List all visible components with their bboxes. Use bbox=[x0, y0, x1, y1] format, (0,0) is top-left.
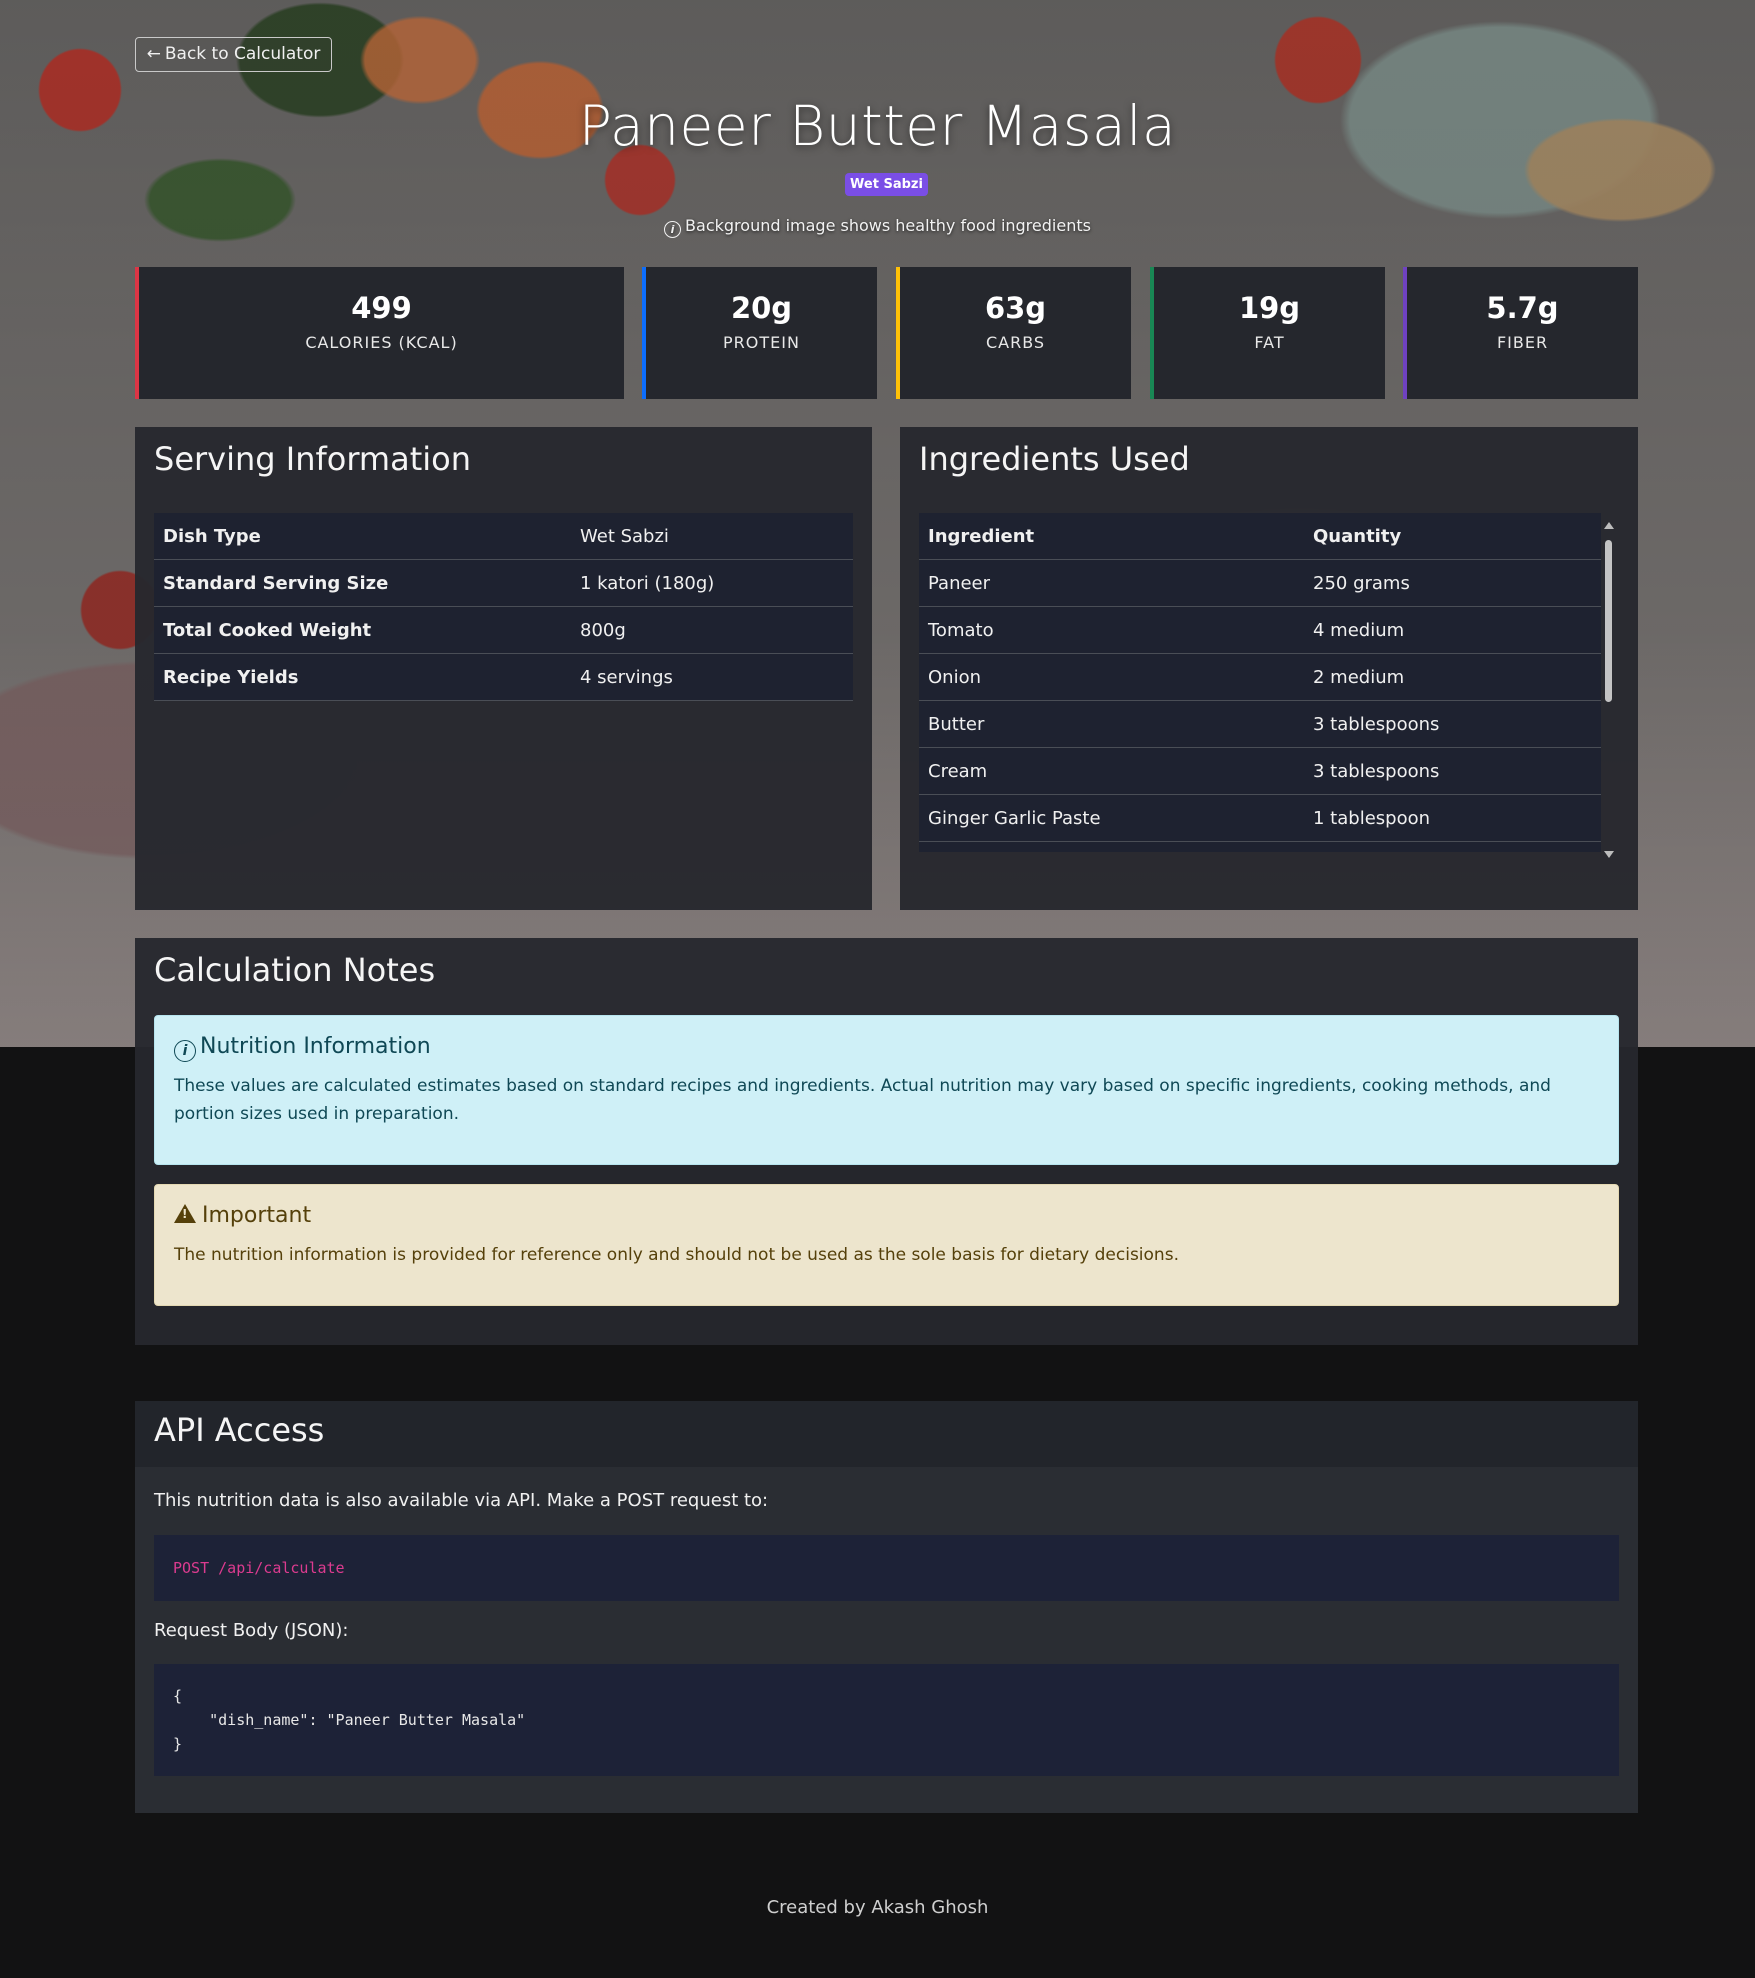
background-note-text: Background image shows healthy food ingr… bbox=[685, 216, 1091, 235]
ingredient-qty: 3 tablespoons bbox=[1304, 700, 1601, 748]
arrow-left-icon: ← bbox=[146, 44, 161, 64]
table-row: Standard Serving Size 1 katori (180g) bbox=[154, 559, 853, 607]
ingredient-qty: 4 medium bbox=[1304, 606, 1601, 654]
request-body-code: { "dish_name": "Paneer Butter Masala" } bbox=[154, 1664, 1619, 1776]
serving-value: Wet Sabzi bbox=[571, 513, 853, 560]
serving-table: Dish Type Wet Sabzi Standard Serving Siz… bbox=[154, 513, 853, 701]
column-header-quantity: Quantity bbox=[1304, 513, 1601, 560]
stat-label: FAT bbox=[1254, 333, 1285, 352]
ingredient-qty: 3 tablespoons bbox=[1304, 747, 1601, 795]
stat-value: 19g bbox=[1238, 291, 1301, 325]
serving-key: Total Cooked Weight bbox=[154, 606, 571, 654]
table-row: Butter 3 tablespoons bbox=[919, 700, 1601, 748]
serving-value: 4 servings bbox=[571, 653, 853, 701]
ingredients-scroll-area[interactable]: Ingredient Quantity Paneer 250 grams Tom… bbox=[919, 513, 1615, 852]
nutrition-info-heading: i Nutrition Information bbox=[174, 1034, 431, 1062]
scroll-up-arrow-icon[interactable] bbox=[1604, 522, 1614, 529]
scroll-down-arrow-icon[interactable] bbox=[1604, 851, 1614, 858]
column-header-ingredient: Ingredient bbox=[919, 513, 1304, 560]
serving-key: Recipe Yields bbox=[154, 653, 571, 701]
stat-label: CALORIES (KCAL) bbox=[305, 333, 458, 352]
stat-value: 63g bbox=[984, 291, 1047, 325]
stat-card-fat: 19g FAT bbox=[1150, 267, 1385, 399]
table-row: Onion 2 medium bbox=[919, 653, 1601, 701]
ingredients-table: Ingredient Quantity Paneer 250 grams Tom… bbox=[919, 513, 1601, 852]
info-circle-icon: i bbox=[174, 1040, 196, 1062]
nutrition-info-alert: i Nutrition Information These values are … bbox=[154, 1015, 1619, 1165]
api-access-header: API Access bbox=[135, 1401, 1638, 1467]
table-row: Dish Type Wet Sabzi bbox=[154, 513, 853, 560]
table-row: Tomato 4 medium bbox=[919, 606, 1601, 654]
info-circle-icon: i bbox=[664, 221, 682, 238]
important-heading: Important bbox=[174, 1203, 311, 1228]
stat-label: PROTEIN bbox=[723, 333, 800, 352]
background-note: i Background image shows healthy food ing… bbox=[0, 216, 1755, 238]
serving-key: Standard Serving Size bbox=[154, 559, 571, 607]
api-access-title: API Access bbox=[154, 1411, 325, 1449]
ingredient-name: Ginger Garlic Paste bbox=[919, 794, 1304, 842]
serving-value: 1 katori (180g) bbox=[571, 559, 853, 607]
stat-value: 5.7g bbox=[1486, 291, 1559, 325]
api-intro-text: This nutrition data is also available vi… bbox=[154, 1490, 769, 1511]
ingredients-title: Ingredients Used bbox=[919, 440, 1190, 478]
calculation-notes-title: Calculation Notes bbox=[154, 951, 436, 989]
api-access-panel: API Access This nutrition data is also a… bbox=[135, 1401, 1638, 1813]
page-title: Paneer Butter Masala bbox=[578, 94, 1177, 158]
ingredient-name: Onion bbox=[919, 653, 1304, 701]
ingredient-qty: 2 medium bbox=[1304, 653, 1601, 701]
important-alert: Important The nutrition information is p… bbox=[154, 1184, 1619, 1306]
table-row-partial bbox=[919, 841, 1601, 852]
ingredient-qty: 250 grams bbox=[1304, 559, 1601, 607]
request-body-label: Request Body (JSON): bbox=[154, 1620, 349, 1641]
table-row: Recipe Yields 4 servings bbox=[154, 653, 853, 701]
nutrition-info-text: These values are calculated estimates ba… bbox=[174, 1076, 1551, 1124]
serving-information-panel: Serving Information Dish Type Wet Sabzi … bbox=[135, 427, 872, 910]
ingredient-qty: 1 tablespoon bbox=[1304, 794, 1601, 842]
api-endpoint-code: POST /api/calculate bbox=[154, 1535, 1619, 1601]
stat-card-fiber: 5.7g FIBER bbox=[1403, 267, 1638, 399]
ingredients-scrollbar[interactable] bbox=[1601, 520, 1615, 860]
stat-card-carbs: 63g CARBS bbox=[896, 267, 1131, 399]
table-header-row: Ingredient Quantity bbox=[919, 513, 1601, 560]
stat-value: 20g bbox=[730, 291, 793, 325]
dish-type-badge: Wet Sabzi bbox=[845, 173, 928, 196]
stat-value: 499 bbox=[351, 291, 412, 325]
scrollbar-thumb[interactable] bbox=[1605, 540, 1612, 702]
back-button-label: Back to Calculator bbox=[164, 44, 321, 64]
ingredient-name: Tomato bbox=[919, 606, 1304, 654]
table-row: Cream 3 tablespoons bbox=[919, 747, 1601, 795]
warning-triangle-icon bbox=[174, 1204, 196, 1223]
ingredients-panel: Ingredients Used Ingredient Quantity Pan… bbox=[900, 427, 1638, 910]
table-row: Total Cooked Weight 800g bbox=[154, 606, 853, 654]
nutrition-info-title: Nutrition Information bbox=[200, 1034, 431, 1059]
table-row: Paneer 250 grams bbox=[919, 559, 1601, 607]
serving-value: 800g bbox=[571, 606, 853, 654]
important-text: The nutrition information is provided fo… bbox=[174, 1245, 1179, 1265]
important-title: Important bbox=[202, 1203, 312, 1228]
ingredient-name: Butter bbox=[919, 700, 1304, 748]
stat-card-protein: 20g PROTEIN bbox=[642, 267, 877, 399]
table-row: Ginger Garlic Paste 1 tablespoon bbox=[919, 794, 1601, 842]
serving-key: Dish Type bbox=[154, 513, 571, 560]
footer-credit: Created by Akash Ghosh bbox=[766, 1897, 989, 1918]
serving-information-title: Serving Information bbox=[154, 440, 471, 478]
stat-label: CARBS bbox=[985, 333, 1046, 352]
stat-card-calories: 499 CALORIES (KCAL) bbox=[135, 267, 624, 399]
ingredient-name: Paneer bbox=[919, 559, 1304, 607]
ingredient-name: Cream bbox=[919, 747, 1304, 795]
back-to-calculator-button[interactable]: ← Back to Calculator bbox=[135, 37, 332, 72]
stat-label: FIBER bbox=[1496, 333, 1549, 352]
